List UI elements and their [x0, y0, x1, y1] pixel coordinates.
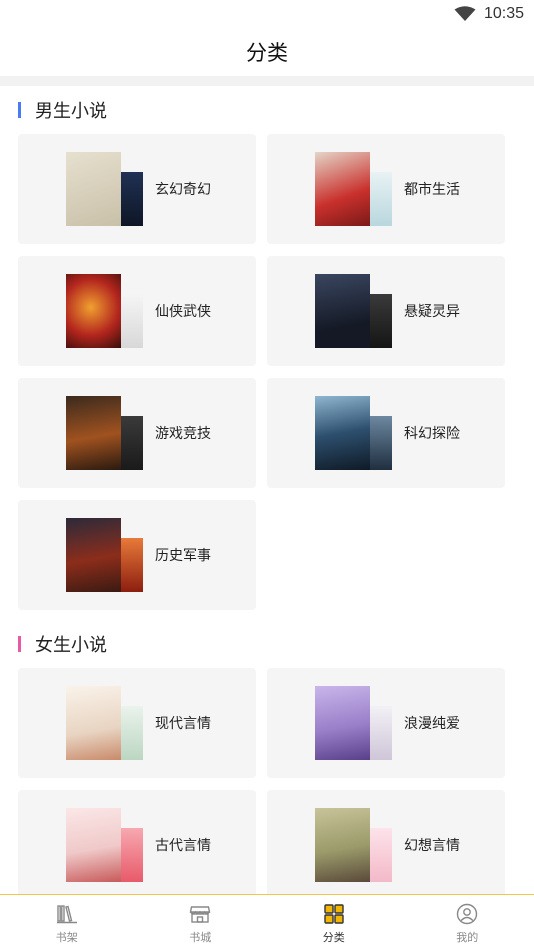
category-label: 历史军事 — [155, 548, 211, 564]
book-cover-image — [66, 152, 121, 226]
book-cover-image — [315, 808, 370, 882]
tab-store[interactable]: 书城 — [134, 895, 268, 949]
book-cover-image — [121, 294, 143, 348]
store-icon — [189, 905, 211, 923]
book-cover-image — [66, 274, 121, 348]
category-label: 科幻探险 — [404, 426, 460, 442]
category-icon — [324, 903, 344, 924]
page-title: 分类 — [246, 41, 288, 65]
category-card-gudai[interactable]: 古代言情 — [18, 790, 256, 894]
book-cover-image — [370, 416, 392, 470]
book-cover-image — [370, 172, 392, 226]
book-cover-image — [315, 152, 370, 226]
book-cover-image — [66, 396, 121, 470]
tab-label: 书城 — [189, 930, 212, 944]
bookshelf-icon — [56, 904, 77, 923]
category-card-xiandai[interactable]: 现代言情 — [18, 668, 256, 778]
book-cover-image — [370, 294, 392, 348]
book-cover-image — [121, 172, 143, 226]
bottom-tab-bar: 书架 书城 分类 我的 — [0, 894, 534, 949]
book-cover-image — [315, 396, 370, 470]
book-cover-image — [121, 538, 143, 592]
section-title: 女生小说 — [35, 635, 107, 656]
book-cover-image — [66, 808, 121, 882]
book-cover-image — [66, 518, 121, 592]
book-cover-image — [121, 416, 143, 470]
wifi-icon — [454, 6, 476, 21]
tab-label: 分类 — [322, 930, 345, 944]
section-title: 男生小说 — [35, 101, 107, 122]
section-header-male: 男生小说 — [18, 100, 107, 122]
section-accent-bar — [18, 636, 21, 652]
category-label: 幻想言情 — [404, 838, 460, 854]
category-label: 游戏竞技 — [155, 426, 211, 442]
book-cover-image — [121, 706, 143, 760]
tab-label: 书架 — [55, 930, 78, 944]
status-time: 10:35 — [483, 5, 524, 22]
category-card-lishi[interactable]: 历史军事 — [18, 500, 256, 610]
title-divider — [0, 76, 534, 86]
category-card-huanxiang[interactable]: 幻想言情 — [267, 790, 505, 894]
category-label: 都市生活 — [404, 182, 460, 198]
category-card-langman[interactable]: 浪漫纯爱 — [267, 668, 505, 778]
category-card-xianxia[interactable]: 仙侠武侠 — [18, 256, 256, 366]
category-list[interactable]: 男生小说 玄幻奇幻 都市生活 仙侠武侠 悬疑灵异 游戏竞技 科幻探险 历史军事 — [0, 86, 534, 894]
title-bar: 分类 — [0, 28, 534, 76]
section-accent-bar — [18, 102, 21, 118]
section-header-female: 女生小说 — [18, 634, 107, 656]
tab-profile[interactable]: 我的 — [401, 895, 534, 949]
category-card-kehuan[interactable]: 科幻探险 — [267, 378, 505, 488]
tab-category[interactable]: 分类 — [267, 895, 401, 949]
book-cover-image — [66, 686, 121, 760]
book-cover-image — [121, 828, 143, 882]
tab-bookshelf[interactable]: 书架 — [0, 895, 134, 949]
tab-label: 我的 — [456, 930, 479, 944]
category-label: 玄幻奇幻 — [155, 182, 211, 198]
category-label: 悬疑灵异 — [404, 304, 460, 320]
category-card-xuanyi[interactable]: 悬疑灵异 — [267, 256, 505, 366]
book-cover-image — [370, 828, 392, 882]
category-label: 浪漫纯爱 — [404, 716, 460, 732]
book-cover-image — [315, 686, 370, 760]
category-label: 古代言情 — [155, 838, 211, 854]
status-bar: 10:35 — [0, 0, 534, 28]
category-card-dushi[interactable]: 都市生活 — [267, 134, 505, 244]
category-label: 现代言情 — [155, 716, 211, 732]
category-card-xuanhuan[interactable]: 玄幻奇幻 — [18, 134, 256, 244]
profile-icon — [457, 903, 478, 924]
book-cover-image — [315, 274, 370, 348]
book-cover-image — [370, 706, 392, 760]
category-label: 仙侠武侠 — [155, 304, 211, 320]
category-card-youxi[interactable]: 游戏竞技 — [18, 378, 256, 488]
